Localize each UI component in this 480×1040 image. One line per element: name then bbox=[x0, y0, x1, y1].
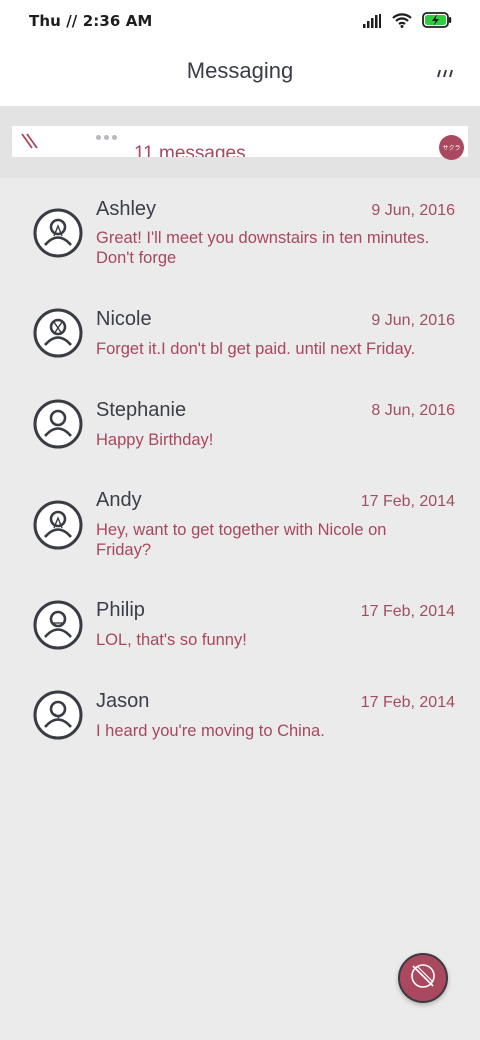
badge-text: サクラ bbox=[442, 145, 461, 152]
conversation-date: 17 Feb, 2014 bbox=[360, 603, 455, 620]
conversation-date: 17 Feb, 2014 bbox=[360, 493, 455, 510]
wifi-icon bbox=[392, 12, 412, 32]
conversation-item[interactable]: Jason 17 Feb, 2014 I heard you're moving… bbox=[0, 668, 480, 758]
compose-icon bbox=[407, 960, 439, 996]
message-preview: Hey, want to get together with Nicole on… bbox=[96, 521, 387, 559]
search-panel: 11 messages bbox=[0, 106, 480, 178]
contact-avatar-icon bbox=[33, 208, 83, 258]
message-preview: Happy Birthday! bbox=[96, 431, 214, 449]
contact-avatar-icon bbox=[33, 308, 83, 358]
conversation-date: 17 Feb, 2014 bbox=[360, 694, 455, 711]
signal-icon bbox=[362, 13, 382, 32]
status-bar: Thu // 2:36 AM bbox=[0, 0, 480, 44]
search-input[interactable]: 11 messages bbox=[12, 126, 468, 157]
message-preview: Great! I'll meet you downstairs in ten m… bbox=[96, 229, 430, 267]
contact-name: Nicole bbox=[96, 308, 152, 330]
contact-avatar-icon bbox=[33, 399, 83, 449]
conversation-item[interactable]: Ashley 9 Jun, 2016 Great! I'll meet you … bbox=[0, 178, 480, 288]
conversation-item[interactable]: Andy 17 Feb, 2014 Hey, want to get toget… bbox=[0, 468, 480, 578]
contact-avatar-icon bbox=[33, 690, 83, 740]
dots-icon bbox=[96, 135, 117, 140]
status-icons bbox=[362, 12, 452, 32]
message-preview: LOL, that's so funny! bbox=[96, 631, 247, 649]
status-time: Thu // 2:36 AM bbox=[29, 12, 153, 30]
page-title: Messaging bbox=[186, 58, 294, 83]
conversation-item[interactable]: Philip 17 Feb, 2014 LOL, that's so funny… bbox=[0, 578, 480, 668]
message-preview: I heard you're moving to China. bbox=[96, 722, 325, 740]
conversation-date: 9 Jun, 2016 bbox=[371, 202, 455, 219]
contact-name: Stephanie bbox=[96, 399, 187, 421]
battery-charging-icon bbox=[422, 12, 452, 32]
hatch-icon bbox=[20, 132, 40, 154]
overflow-menu-button[interactable] bbox=[434, 62, 456, 84]
contact-avatar-icon bbox=[33, 600, 83, 650]
conversation-item[interactable]: Nicole 9 Jun, 2016 Forget it.I don't bl … bbox=[0, 288, 480, 378]
app-header: Messaging bbox=[0, 44, 480, 106]
contact-name: Jason bbox=[96, 690, 150, 712]
message-preview: Forget it.I don't bl get paid. until nex… bbox=[96, 340, 416, 358]
conversation-date: 8 Jun, 2016 bbox=[371, 402, 455, 419]
avatar-badge[interactable]: サクラ bbox=[439, 135, 464, 160]
conversation-date: 9 Jun, 2016 bbox=[371, 312, 455, 329]
contact-name: Philip bbox=[96, 599, 145, 621]
message-count: 11 messages bbox=[134, 143, 246, 157]
compose-button[interactable] bbox=[398, 953, 448, 1003]
conversation-item[interactable]: Stephanie 8 Jun, 2016 Happy Birthday! bbox=[0, 378, 480, 468]
contact-name: Ashley bbox=[96, 198, 157, 220]
contact-avatar-icon bbox=[33, 500, 83, 550]
contact-name: Andy bbox=[96, 489, 142, 511]
overflow-menu-icon bbox=[435, 64, 455, 83]
